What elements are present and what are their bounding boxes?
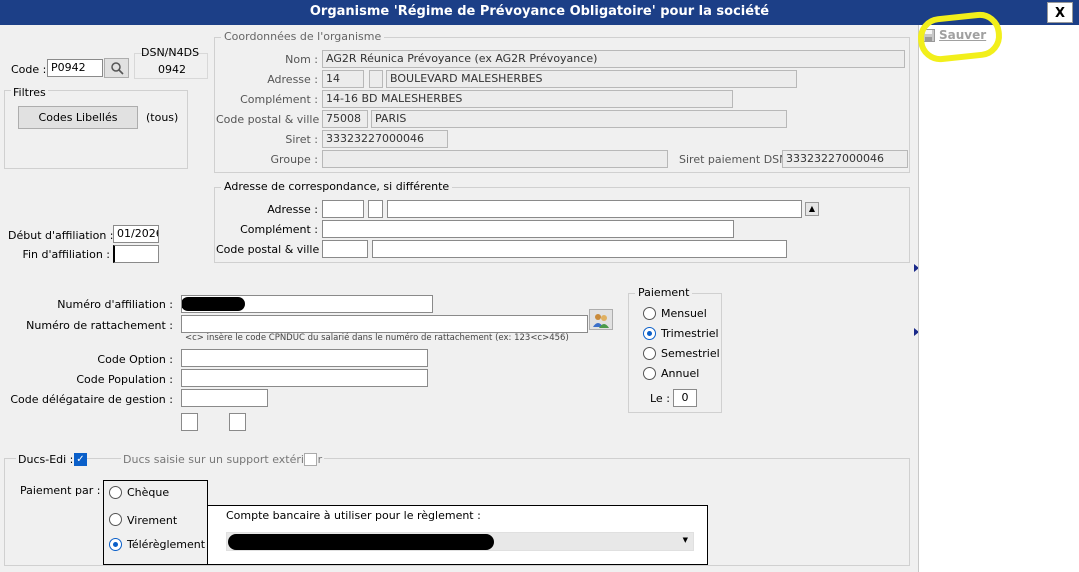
adresse-ext-field[interactable] [369,70,383,88]
fin-affiliation-input[interactable] [113,245,159,263]
filters-group [4,90,188,169]
organisme-title: Coordonnées de l'organisme [221,30,385,43]
corr-adresse-ext-input[interactable] [368,200,383,218]
corr-complement-label: Complément : [240,223,318,236]
search-icon [110,62,124,75]
adresse-label: Adresse : [267,73,318,86]
paiement-semestriel-radio[interactable] [643,347,656,360]
corr-ville-input[interactable] [372,240,787,258]
paiement-le-input[interactable]: 0 [673,389,697,407]
numero-affiliation-label: Numéro d'affiliation : [57,298,173,311]
nom-field[interactable]: AG2R Réunica Prévoyance (ex AG2R Prévoya… [322,50,905,68]
window-title: Organisme 'Régime de Prévoyance Obligato… [309,4,770,19]
window-title-bar: Organisme 'Régime de Prévoyance Obligato… [0,0,1079,25]
triangle-up-icon: ▲ [808,204,816,213]
filters-title: Filtres [11,86,48,99]
redaction-bar [182,297,245,311]
paiement-virement-label: Virement [127,514,178,527]
code-postal-field[interactable]: 75008 [322,110,368,128]
dsn-value: 0942 [158,63,186,76]
numero-affiliation-input[interactable] [181,295,433,313]
paiement-mensuel-label: Mensuel [661,307,707,320]
form-panel: Code : P0942 DSN/N4DS 0942 Filtres Codes… [0,25,919,572]
groupe-label: Groupe : [270,153,318,166]
redaction-bar [228,534,494,550]
extra-input-1[interactable] [181,413,198,431]
siret-dsn-field[interactable]: 33323227000046 [782,150,908,168]
code-population-label: Code Population : [76,373,173,386]
close-button[interactable]: X [1047,2,1073,23]
paiement-virement-radio[interactable] [109,513,122,526]
siret-dsn-label: Siret paiement DSN : [679,153,795,166]
users-icon [593,314,609,328]
paiement-trimestriel-label: Trimestriel [661,327,719,340]
paiement-telereglement-radio[interactable] [109,538,122,551]
codes-libelles-button[interactable]: Codes Libellés [18,106,138,129]
paiement-telereglement-label: Télérèglement [127,538,206,551]
paiement-semestriel-label: Semestriel [661,347,720,360]
adresse-voie-field[interactable]: BOULEVARD MALESHERBES [386,70,797,88]
correspondance-title: Adresse de correspondance, si différente [221,180,453,193]
corr-adresse-expand-button[interactable]: ▲ [805,202,819,216]
code-option-label: Code Option : [97,353,173,366]
numero-rattachement-label: Numéro de rattachement : [26,319,173,332]
code-input[interactable]: P0942 [47,59,103,77]
cp-ville-label: Code postal & ville : [216,113,327,126]
rattachement-hint: <c> insère le code CPNDUC du salarié dan… [185,333,569,343]
compte-bancaire-label: Compte bancaire à utiliser pour le règle… [226,509,481,522]
complement-label: Complément : [240,93,318,106]
paiement-cheque-radio[interactable] [109,486,122,499]
compte-bancaire-select[interactable]: ▼ [226,532,694,551]
code-delegataire-input[interactable] [181,389,268,407]
filters-scope: (tous) [146,111,179,124]
ducs-label: Ducs-Edi : [16,453,76,466]
corr-adresse-numero-input[interactable] [322,200,364,218]
debut-affiliation-label: Début d'affiliation : [8,229,114,242]
corr-cp-ville-label: Code postal & ville : [216,243,327,256]
paiement-trimestriel-radio[interactable] [643,327,656,340]
complement-field[interactable]: 14-16 BD MALESHERBES [322,90,733,108]
checkmark-icon: ✓ [76,454,85,465]
corr-adresse-voie-input[interactable] [387,200,802,218]
ducs-checkbox[interactable]: ✓ [74,453,87,466]
ducs-support-checkbox[interactable] [304,453,317,466]
adresse-numero-field[interactable]: 14 [322,70,364,88]
corr-complement-input[interactable] [322,220,734,238]
paiement-mensuel-radio[interactable] [643,307,656,320]
code-search-button[interactable] [104,58,129,78]
paiement-par-label: Paiement par : [20,484,101,497]
ducs-support-label: Ducs saisie sur un support extérieur [121,453,325,466]
ville-field[interactable]: PARIS [371,110,787,128]
dropdown-arrow-icon: ▼ [682,536,688,544]
code-population-input[interactable] [181,369,428,387]
corr-code-postal-input[interactable] [322,240,368,258]
paiement-annuel-radio[interactable] [643,367,656,380]
code-delegataire-label: Code délégataire de gestion : [10,393,173,406]
paiement-cheque-label: Chèque [127,486,170,499]
nom-label: Nom : [285,53,318,66]
siret-field[interactable]: 33323227000046 [322,130,448,148]
siret-label: Siret : [285,133,318,146]
paiement-title: Paiement [635,286,693,299]
fin-affiliation-label: Fin d'affiliation : [22,248,110,261]
code-option-input[interactable] [181,349,428,367]
users-lookup-button[interactable] [589,309,613,330]
numero-rattachement-input[interactable] [181,315,588,333]
paiement-annuel-label: Annuel [661,367,700,380]
actions-panel [918,25,1079,572]
paiement-le-label: Le : [650,392,670,405]
dsn-label: DSN/N4DS [141,46,200,59]
corr-adresse-label: Adresse : [267,203,318,216]
groupe-field[interactable] [322,150,668,168]
debut-affiliation-input[interactable]: 01/2026 [113,225,159,243]
code-label: Code : [11,63,47,76]
extra-input-2[interactable] [229,413,246,431]
